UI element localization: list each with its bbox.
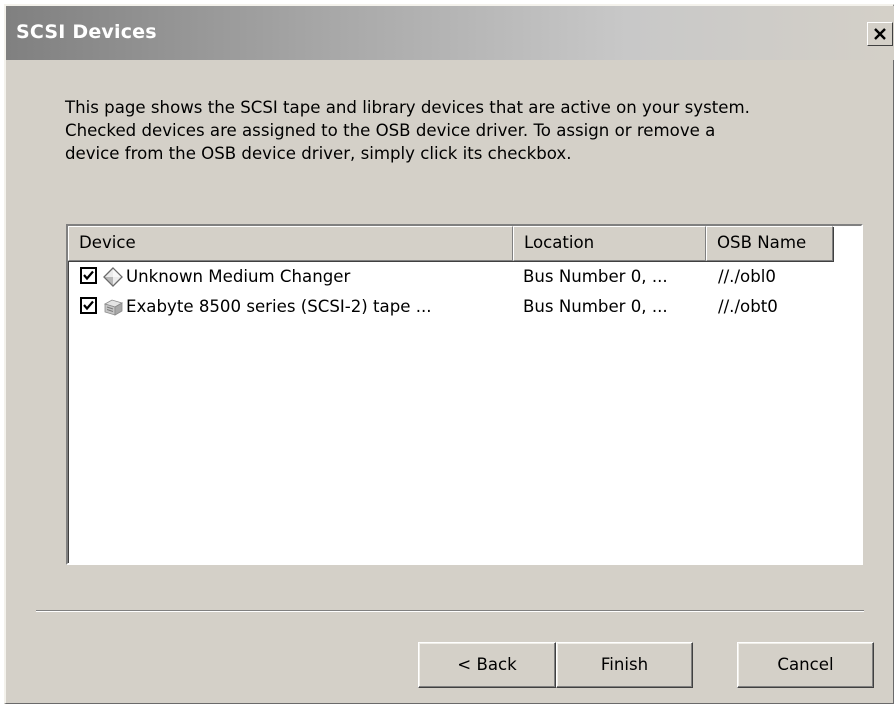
instructions-text: This page shows the SCSI tape and librar… bbox=[65, 96, 865, 165]
checkmark-icon bbox=[83, 270, 94, 281]
back-button[interactable]: < Back bbox=[418, 642, 556, 688]
device-name: Unknown Medium Changer bbox=[126, 267, 351, 286]
checkmark-icon bbox=[83, 300, 94, 311]
finish-button[interactable]: Finish bbox=[556, 642, 693, 688]
close-button[interactable] bbox=[867, 22, 893, 46]
close-icon bbox=[874, 27, 886, 40]
dialog-title: SCSI Devices bbox=[16, 21, 157, 43]
tape-drive-icon bbox=[103, 299, 124, 316]
devices-list[interactable]: Device Location OSB Name Unknown Medium … bbox=[66, 224, 863, 565]
instructions-line-2: Checked devices are assigned to the OSB … bbox=[65, 121, 716, 140]
device-osb-name: //./obt0 bbox=[718, 297, 778, 316]
device-checkbox[interactable] bbox=[80, 267, 97, 284]
button-separator bbox=[36, 610, 864, 612]
device-osb-name: //./obl0 bbox=[718, 267, 776, 286]
list-item[interactable]: Unknown Medium Changer Bus Number 0, ...… bbox=[68, 263, 861, 293]
column-header-location[interactable]: Location bbox=[513, 226, 706, 261]
device-checkbox[interactable] bbox=[80, 297, 97, 314]
column-header-osb-name[interactable]: OSB Name bbox=[706, 226, 833, 261]
instructions-line-3: device from the OSB device driver, simpl… bbox=[65, 144, 572, 163]
scsi-devices-dialog: SCSI Devices This page shows the SCSI ta… bbox=[4, 4, 894, 704]
device-name: Exabyte 8500 series (SCSI-2) tape ... bbox=[126, 297, 432, 316]
title-bar[interactable]: SCSI Devices bbox=[6, 6, 894, 60]
list-header: Device Location OSB Name bbox=[68, 226, 861, 261]
device-location: Bus Number 0, ... bbox=[523, 267, 668, 286]
cancel-button[interactable]: Cancel bbox=[737, 642, 874, 688]
list-item[interactable]: Exabyte 8500 series (SCSI-2) tape ... Bu… bbox=[68, 293, 861, 323]
instructions-line-1: This page shows the SCSI tape and librar… bbox=[65, 98, 750, 117]
column-header-device[interactable]: Device bbox=[68, 226, 513, 261]
device-location: Bus Number 0, ... bbox=[523, 297, 668, 316]
medium-changer-icon bbox=[103, 267, 123, 287]
